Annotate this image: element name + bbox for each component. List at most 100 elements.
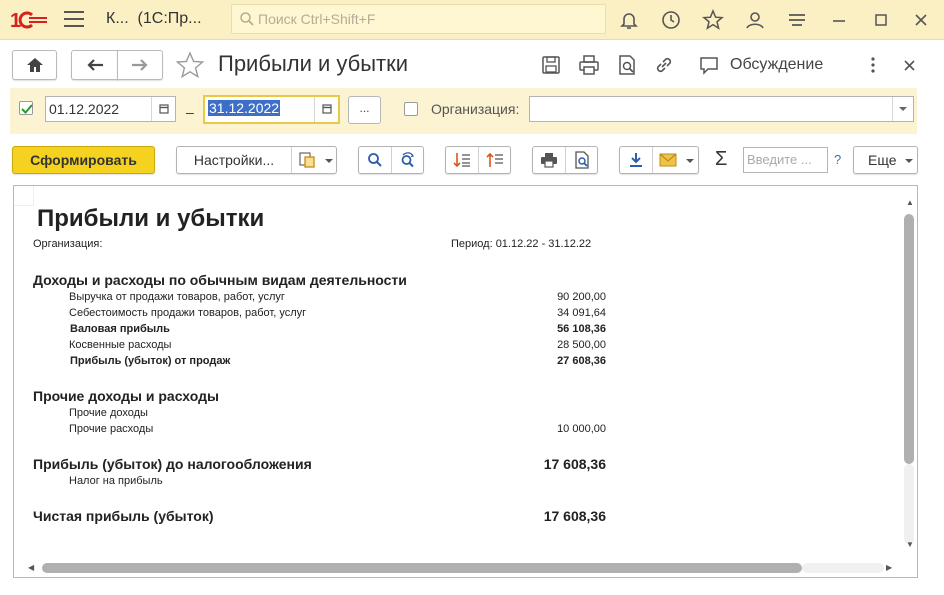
- row-label: Косвенные расходы: [69, 339, 172, 351]
- arrow-left-icon: [86, 59, 103, 71]
- home-button[interactable]: [12, 50, 57, 80]
- vertical-scrollbar[interactable]: ▲ ▼: [904, 198, 914, 549]
- search-button-group[interactable]: [358, 146, 424, 174]
- row-label: Прибыль (убыток) от продаж: [70, 355, 231, 367]
- star-icon[interactable]: [702, 9, 724, 31]
- scroll-down-icon[interactable]: ▼: [906, 540, 914, 549]
- scroll-right-icon[interactable]: ▶: [886, 563, 892, 572]
- date-from-field[interactable]: 01.12.2022: [45, 96, 176, 122]
- settings-button-group[interactable]: Настройки...: [176, 146, 337, 174]
- global-search[interactable]: [231, 4, 606, 34]
- chevron-down-icon[interactable]: [325, 159, 333, 163]
- 1c-logo-icon[interactable]: 1: [10, 8, 50, 32]
- app-title: К... (1С:Пр...: [106, 10, 202, 27]
- row-value: 27 608,36: [557, 355, 606, 367]
- checkmark-icon: [21, 104, 33, 114]
- calendar-icon[interactable]: [151, 97, 175, 121]
- row-value: 34 091,64: [557, 307, 606, 319]
- period-dash: –: [186, 104, 194, 120]
- row-value: 28 500,00: [557, 339, 606, 351]
- row-label: Валовая прибыль: [70, 323, 170, 335]
- favorite-star-icon[interactable]: [175, 51, 205, 79]
- chevron-down-icon[interactable]: [686, 159, 694, 163]
- report-org-label: Организация:: [33, 238, 103, 250]
- forward-button[interactable]: [117, 50, 163, 80]
- settings-menu-icon[interactable]: [786, 9, 808, 31]
- sum-icon[interactable]: Σ: [715, 148, 727, 171]
- find-icon[interactable]: [359, 147, 391, 173]
- back-button[interactable]: [71, 50, 118, 80]
- search-input[interactable]: [258, 10, 588, 28]
- row-label: Прочие доходы: [69, 407, 148, 419]
- net-profit-label: Чистая прибыль (убыток): [33, 508, 214, 524]
- scroll-left-icon[interactable]: ◀: [28, 563, 34, 572]
- close-form-icon[interactable]: [899, 54, 921, 76]
- tax-label: Налог на прибыль: [69, 475, 163, 487]
- discussion-icon[interactable]: [698, 54, 720, 76]
- email-icon[interactable]: [653, 147, 683, 173]
- horizontal-scroll-thumb[interactable]: [42, 563, 802, 573]
- date-to-field[interactable]: 31.12.2022: [203, 95, 340, 124]
- organization-checkbox[interactable]: [404, 102, 418, 116]
- save-icon[interactable]: [540, 54, 562, 76]
- vertical-scroll-thumb[interactable]: [904, 214, 914, 464]
- variants-icon[interactable]: [292, 147, 322, 173]
- section-heading: Прочие доходы и расходы: [33, 388, 219, 404]
- row-label: Прочие расходы: [69, 423, 154, 435]
- select-period-button[interactable]: ...: [348, 96, 381, 124]
- sort-button-group[interactable]: [445, 146, 511, 174]
- download-icon[interactable]: [620, 147, 652, 173]
- organization-field[interactable]: [529, 96, 914, 122]
- row-label: Выручка от продажи товаров, работ, услуг: [69, 291, 285, 303]
- more-vertical-icon[interactable]: [862, 54, 884, 76]
- search-icon: [240, 12, 254, 26]
- dropdown-icon[interactable]: [892, 97, 913, 121]
- history-icon[interactable]: [660, 9, 682, 31]
- scroll-up-icon[interactable]: ▲: [906, 198, 914, 207]
- discussion-button[interactable]: Обсуждение: [730, 56, 823, 74]
- bell-icon[interactable]: [618, 9, 640, 31]
- generate-button[interactable]: Сформировать: [12, 146, 155, 174]
- pretax-value: 17 608,36: [543, 456, 606, 472]
- horizontal-scroll-track[interactable]: [802, 563, 884, 573]
- report-document[interactable]: Прибыли и убытки Организация: Период: 01…: [13, 185, 918, 578]
- organization-label: Организация:: [431, 101, 520, 117]
- more-button[interactable]: Еще: [853, 146, 918, 174]
- horizontal-scrollbar[interactable]: ◀ ▶: [28, 563, 898, 573]
- close-window-icon[interactable]: [910, 9, 932, 31]
- calendar-icon[interactable]: [314, 97, 338, 122]
- arrow-right-icon: [132, 59, 148, 71]
- main-menu-icon[interactable]: [64, 11, 84, 27]
- print-button-group[interactable]: [532, 146, 598, 174]
- find-input[interactable]: [747, 152, 827, 167]
- collapse-groups-icon[interactable]: [446, 147, 478, 173]
- row-value: 90 200,00: [557, 291, 606, 303]
- more-button-label[interactable]: Еще: [868, 152, 897, 168]
- row-label: Себестоимость продажи товаров, работ, ус…: [69, 307, 307, 319]
- period-checkbox[interactable]: [19, 101, 33, 115]
- find-next-icon[interactable]: [392, 147, 424, 173]
- maximize-icon[interactable]: [870, 9, 892, 31]
- row-value: 10 000,00: [557, 423, 606, 435]
- date-from-value[interactable]: 01.12.2022: [49, 101, 119, 117]
- help-icon[interactable]: ?: [834, 152, 841, 167]
- minimize-icon[interactable]: [828, 9, 850, 31]
- settings-button[interactable]: Настройки...: [177, 147, 291, 173]
- users-icon[interactable]: [744, 9, 766, 31]
- pretax-label: Прибыль (убыток) до налогообложения: [33, 456, 312, 472]
- home-icon: [26, 58, 43, 72]
- print-icon[interactable]: [533, 147, 565, 173]
- title-bar: 1 К... (1С:Пр...: [0, 0, 944, 40]
- export-button-group[interactable]: [619, 146, 699, 174]
- report-corner: [14, 186, 34, 206]
- link-icon[interactable]: [653, 54, 675, 76]
- preview-icon[interactable]: [616, 54, 638, 76]
- print-icon[interactable]: [578, 54, 600, 76]
- expand-groups-icon[interactable]: [479, 147, 511, 173]
- find-field[interactable]: [743, 147, 828, 173]
- date-to-value[interactable]: 31.12.2022: [208, 100, 281, 116]
- report-title: Прибыли и убытки: [37, 205, 265, 232]
- report-period: Период: 01.12.22 - 31.12.22: [451, 238, 592, 250]
- vertical-scroll-track[interactable]: [904, 464, 914, 544]
- print-preview-icon[interactable]: [566, 147, 598, 173]
